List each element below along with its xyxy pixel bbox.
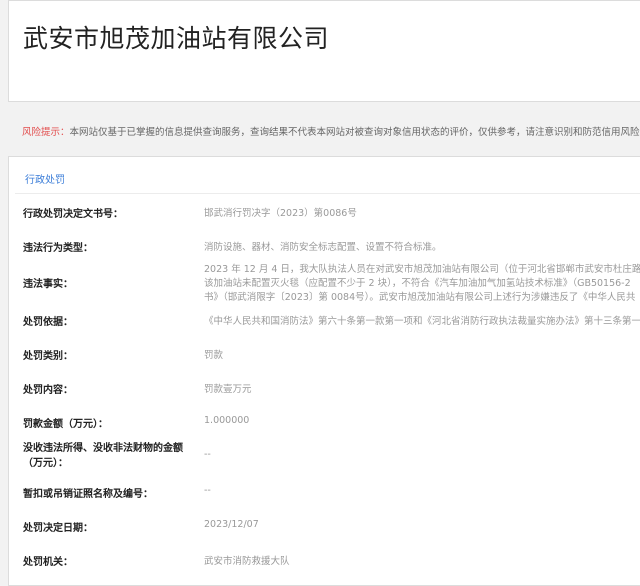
risk-notice: 风险提示：本网站仅基于已掌握的信息提供查询服务，查询结果不代表本网站对被查询对象… [22,124,640,138]
field-label: 行政处罚决定文书号： [23,209,123,220]
section-divider [15,193,640,194]
field-value: 武安市消防救援大队 [204,556,290,567]
field-label: 违法行为类型： [23,243,93,254]
field-value: -- [204,449,211,460]
risk-notice-text: 本网站仅基于已掌握的信息提供查询服务，查询结果不代表本网站对被查询对象信用状态的… [69,127,640,138]
field-value: 消防设施、器材、消防安全标志配置、设置不符合标准。 [204,242,442,253]
field-label: 违法事实： [23,279,73,290]
company-header: 武安市旭茂加油站有限公司 [8,0,640,102]
field-value-line: 书》（邯武消限字〔2023〕第 0084号）。武安市旭茂加油站有限公司上述行为涉… [204,292,636,303]
company-name: 武安市旭茂加油站有限公司 [23,24,330,53]
field-label: 处罚决定日期： [23,523,93,534]
field-label: 暂扣或吊销证照名称及编号： [23,489,153,500]
field-label: 处罚内容： [23,385,73,396]
field-value: -- [204,485,211,496]
field-value: 2023/12/07 [204,519,259,530]
risk-notice-label: 风险提示： [22,127,70,138]
field-value-line: 2023 年 12 月 4 日，我大队执法人员在对武安市旭茂加油站有限公司（位于… [204,264,640,275]
field-label: 处罚依据： [23,317,73,328]
field-value: 《中华人民共和国消防法》第六十条第一款第一项和《河北省消防行政执法裁量实施办法》… [204,316,640,327]
field-value: 罚款 [204,350,224,361]
field-label: 处罚机关： [23,557,73,568]
field-label: 没收违法所得、没收非法财物的金额（万元）： [23,443,183,469]
field-label: 罚款金额（万元）： [23,419,108,430]
field-value: 邯武消行罚决字（2023）第0086号 [204,208,357,219]
field-label: 处罚类别： [23,351,73,362]
penalty-panel: 行政处罚 行政处罚决定文书号： 邯武消行罚决字（2023）第0086号 违法行为… [8,156,640,586]
field-value-line: 该加油站未配置灭火毯（应配置不少于 2 块），不符合《汽车加油加气加氢站技术标准… [204,278,631,289]
field-value: 1.000000 [204,415,250,426]
field-value: 罚款壹万元 [204,384,252,395]
section-title-administrative-penalty[interactable]: 行政处罚 [25,171,65,186]
